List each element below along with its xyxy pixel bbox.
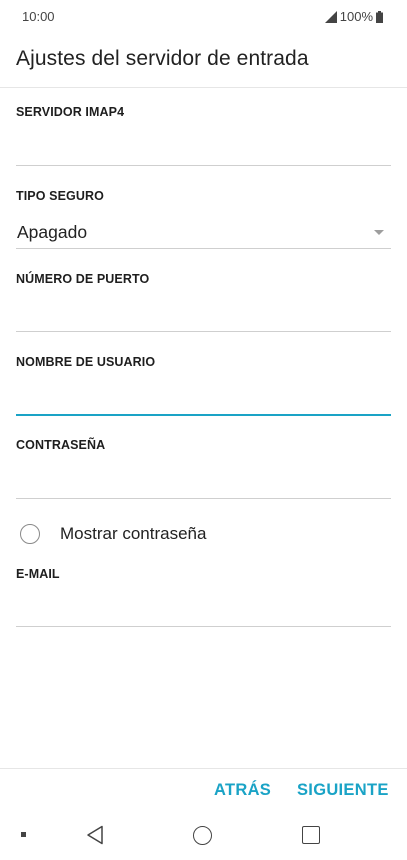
status-indicators: 100%	[324, 9, 383, 24]
password-label: CONTRASEÑA	[16, 438, 106, 452]
security-select[interactable]: Apagado	[17, 222, 87, 243]
username-input[interactable]	[16, 383, 391, 413]
status-bar: 10:00 100%	[0, 0, 407, 32]
server-underline	[16, 165, 391, 166]
port-label: NÚMERO DE PUERTO	[16, 272, 150, 286]
port-input[interactable]	[16, 300, 391, 330]
username-label: NOMBRE DE USUARIO	[16, 355, 156, 369]
status-time: 10:00	[22, 9, 55, 24]
next-button[interactable]: SIGUIENTE	[297, 781, 389, 800]
battery-level: 100%	[339, 9, 373, 24]
battery-icon	[376, 10, 383, 23]
back-button[interactable]: ATRÁS	[214, 781, 271, 800]
email-input[interactable]	[16, 595, 391, 625]
radio-circle-icon[interactable]	[20, 524, 40, 544]
email-label: E-MAIL	[16, 567, 60, 581]
page-title: Ajustes del servidor de entrada	[16, 47, 309, 70]
show-password-label: Mostrar contraseña	[60, 524, 207, 543]
port-underline	[16, 331, 391, 332]
nav-back-icon[interactable]	[86, 825, 104, 845]
show-password-toggle[interactable]: Mostrar contraseña	[20, 524, 206, 544]
action-bar: ATRÁS SIGUIENTE	[0, 768, 407, 814]
password-underline	[16, 498, 391, 499]
server-label: SERVIDOR IMAP4	[16, 105, 125, 119]
dropdown-arrow-icon[interactable]	[374, 230, 384, 235]
username-underline	[16, 414, 391, 416]
signal-icon	[324, 10, 337, 23]
app-header: Ajustes del servidor de entrada	[0, 32, 407, 88]
password-input[interactable]	[16, 467, 391, 497]
nav-dot-icon[interactable]	[21, 832, 26, 837]
security-label: TIPO SEGURO	[16, 189, 104, 203]
server-input[interactable]	[16, 134, 391, 164]
security-underline	[16, 248, 391, 249]
nav-home-icon[interactable]	[193, 826, 212, 845]
email-underline	[16, 626, 391, 627]
nav-recent-icon[interactable]	[302, 826, 320, 844]
